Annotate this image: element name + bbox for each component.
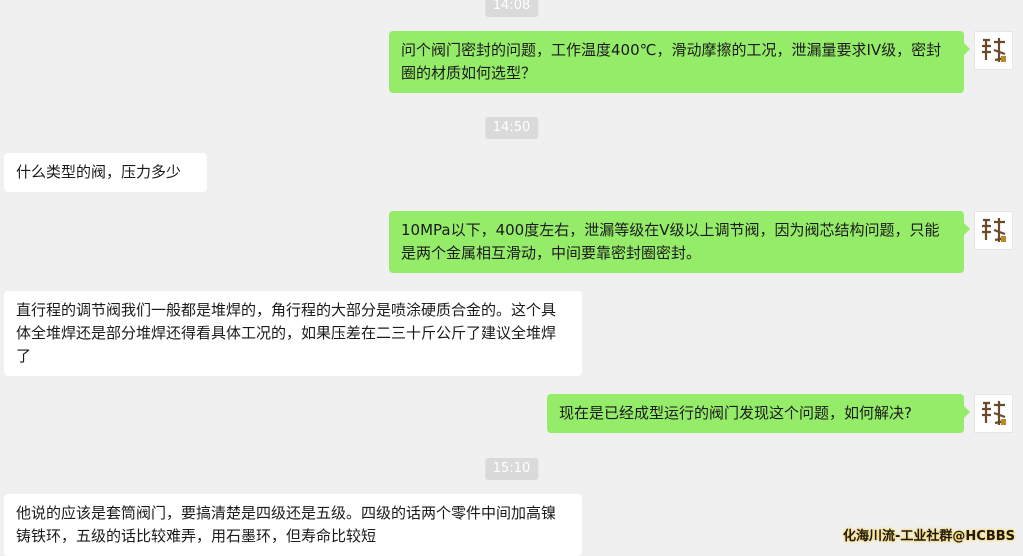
message-text: 什么类型的阀，压力多少	[16, 163, 182, 181]
message-bubble-outgoing[interactable]: 10MPa以下，400度左右，泄漏等级在V级以上调节阀，因为阀芯结构问题，只能是…	[389, 211, 970, 273]
avatar[interactable]	[974, 211, 1013, 250]
message-bubble-outgoing[interactable]: 问个阀门密封的问题，工作温度400℃，滑动摩擦的工况，泄漏量要求IV级，密封圈的…	[389, 31, 970, 93]
timestamp: 14:50	[484, 117, 539, 139]
message-text: 他说的应该是套筒阀门，要搞清楚是四级还是五级。四级的话两个零件中间加高镍铸铁环，…	[16, 504, 557, 545]
timestamp: 15:10	[484, 458, 539, 480]
watermark: 化海川流-工业社群@HCBBS	[843, 529, 1015, 544]
message-text: 10MPa以下，400度左右，泄漏等级在V级以上调节阀，因为阀芯结构问题，只能是…	[401, 221, 940, 262]
message-text: 问个阀门密封的问题，工作温度400℃，滑动摩擦的工况，泄漏量要求IV级，密封圈的…	[401, 41, 942, 82]
message-text: 直行程的调节阀我们一般都是堆焊的，角行程的大部分是喷涂硬质合金的。这个具体全堆焊…	[16, 301, 557, 365]
avatar-icon	[975, 395, 1012, 432]
message-bubble-incoming[interactable]: 什么类型的阀，压力多少	[4, 153, 207, 192]
message-bubble-incoming[interactable]: 他说的应该是套筒阀门，要搞清楚是四级还是五级。四级的话两个零件中间加高镍铸铁环，…	[4, 494, 582, 556]
avatar[interactable]	[974, 31, 1013, 70]
avatar-icon	[975, 212, 1012, 249]
message-bubble-incoming[interactable]: 直行程的调节阀我们一般都是堆焊的，角行程的大部分是喷涂硬质合金的。这个具体全堆焊…	[4, 291, 582, 376]
avatar-icon	[975, 32, 1012, 69]
avatar[interactable]	[974, 394, 1013, 433]
message-text: 现在是已经成型运行的阀门发现这个问题，如何解决?	[559, 404, 912, 422]
timestamp: 14:08	[484, 0, 539, 17]
message-bubble-outgoing[interactable]: 现在是已经成型运行的阀门发现这个问题，如何解决?	[547, 394, 970, 433]
